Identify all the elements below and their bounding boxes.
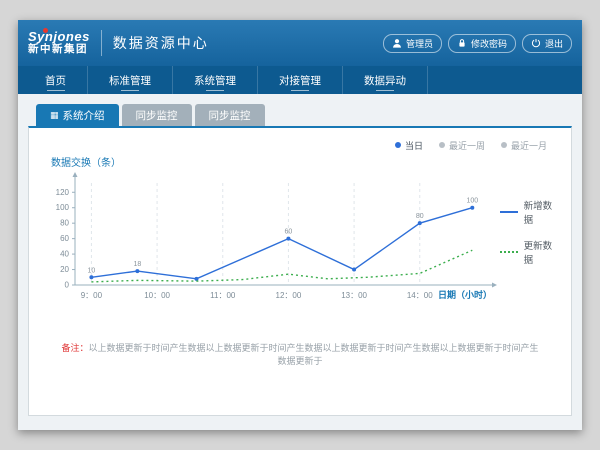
app-window: Synjones 新中新集团 数据资源中心 管理员 修改密码 [18,20,582,430]
tab-sync-monitor-2-label: 同步监控 [209,108,251,123]
y-axis-title: 数据交换（条） [51,154,557,169]
admin-user-label: 管理员 [406,37,433,50]
svg-text:20: 20 [60,265,69,274]
filter-last-month[interactable]: 最近一月 [501,139,547,152]
filter-today[interactable]: 当日 [395,139,423,152]
filter-last-month-label: 最近一月 [511,139,547,152]
svg-text:日期（小时）: 日期（小时） [438,289,492,300]
change-password-label: 修改密码 [471,37,507,50]
nav-item-system-management[interactable]: 系统管理 [173,66,258,94]
chart-row: 9：00 10：00 11：00 12：00 13：00 14：00 0 20 40 60 80 10… [43,171,557,311]
svg-text:100: 100 [466,198,478,205]
legend-update-data[interactable]: 更新数据 [500,238,557,266]
logo-company-name: 新中新集团 [28,44,90,56]
app-header: Synjones 新中新集团 数据资源中心 管理员 修改密码 [18,20,582,66]
nav-item-data-change[interactable]: 数据异动 [343,66,428,94]
time-filter-legend: 当日 最近一周 最近一月 [43,136,557,150]
nav-item-connection-management[interactable]: 对接管理 [258,66,343,94]
svg-text:60: 60 [285,229,293,236]
filter-today-label: 当日 [405,139,423,152]
nav-item-standard-management[interactable]: 标准管理 [88,66,173,94]
svg-text:100: 100 [56,203,70,212]
svg-text:12：00: 12：00 [276,291,302,300]
logout-button[interactable]: 退出 [522,34,572,53]
grid-icon: ▦ [50,111,59,120]
content-area: ▦ 系统介绍 同步监控 同步监控 当日 [18,94,582,430]
solid-line-icon [500,211,518,213]
svg-text:120: 120 [56,188,70,197]
desktop-background: Synjones 新中新集团 数据资源中心 管理员 修改密码 [0,0,600,450]
svg-text:14：00: 14：00 [407,291,433,300]
note-text: 以上数据更新于时间产生数据以上数据更新于时间产生数据以上数据更新于时间产生数据以… [89,343,539,366]
user-icon [392,38,402,48]
dotted-line-icon [500,251,518,253]
chart-panel: 当日 最近一周 最近一月 数据交换（条） 9：00 10：00 11：00 12：00… [28,126,572,416]
svg-text:80: 80 [416,213,424,220]
company-logo: Synjones 新中新集团 [28,30,90,56]
tab-sync-monitor-1-label: 同步监控 [136,108,178,123]
legend-new-data[interactable]: 新增数据 [500,198,557,226]
svg-text:0: 0 [65,281,70,290]
legend-new-data-label: 新增数据 [524,198,557,226]
filter-last-week[interactable]: 最近一周 [439,139,485,152]
svg-text:80: 80 [60,219,69,228]
page-title: 数据资源中心 [113,33,209,53]
svg-text:60: 60 [60,234,69,243]
logout-icon [531,38,541,48]
header-divider [101,30,102,56]
svg-text:11：00: 11：00 [210,291,236,300]
svg-text:13：00: 13：00 [341,291,367,300]
svg-text:10：00: 10：00 [144,291,170,300]
legend-dot [501,142,507,148]
change-password-button[interactable]: 修改密码 [448,34,516,53]
svg-text:9：00: 9：00 [81,291,103,300]
filter-last-week-label: 最近一周 [449,139,485,152]
nav-item-home[interactable]: 首页 [24,66,88,94]
tab-system-intro[interactable]: ▦ 系统介绍 [36,104,119,126]
tab-sync-monitor-1[interactable]: 同步监控 [122,104,192,126]
note-prefix: 备注： [61,343,88,353]
legend-dot [395,142,401,148]
header-actions: 管理员 修改密码 退出 [383,34,572,53]
svg-text:18: 18 [133,261,141,268]
svg-text:40: 40 [60,250,69,259]
lock-icon [457,38,467,48]
footer-note: 备注：以上数据更新于时间产生数据以上数据更新于时间产生数据以上数据更新于时间产生… [29,341,571,367]
legend-update-data-label: 更新数据 [524,238,557,266]
admin-user-button[interactable]: 管理员 [383,34,442,53]
legend-dot [439,142,445,148]
logout-label: 退出 [545,37,563,50]
series-legend: 新增数据 更新数据 [500,198,557,266]
tab-bar: ▦ 系统介绍 同步监控 同步监控 [28,104,572,126]
line-chart-svg: 9：00 10：00 11：00 12：00 13：00 14：00 0 20 40 60 80 10… [43,171,498,311]
main-nav: 首页 标准管理 系统管理 对接管理 数据异动 [18,66,582,94]
svg-text:10: 10 [88,267,96,274]
tab-sync-monitor-2[interactable]: 同步监控 [195,104,265,126]
tab-system-intro-label: 系统介绍 [63,108,105,123]
